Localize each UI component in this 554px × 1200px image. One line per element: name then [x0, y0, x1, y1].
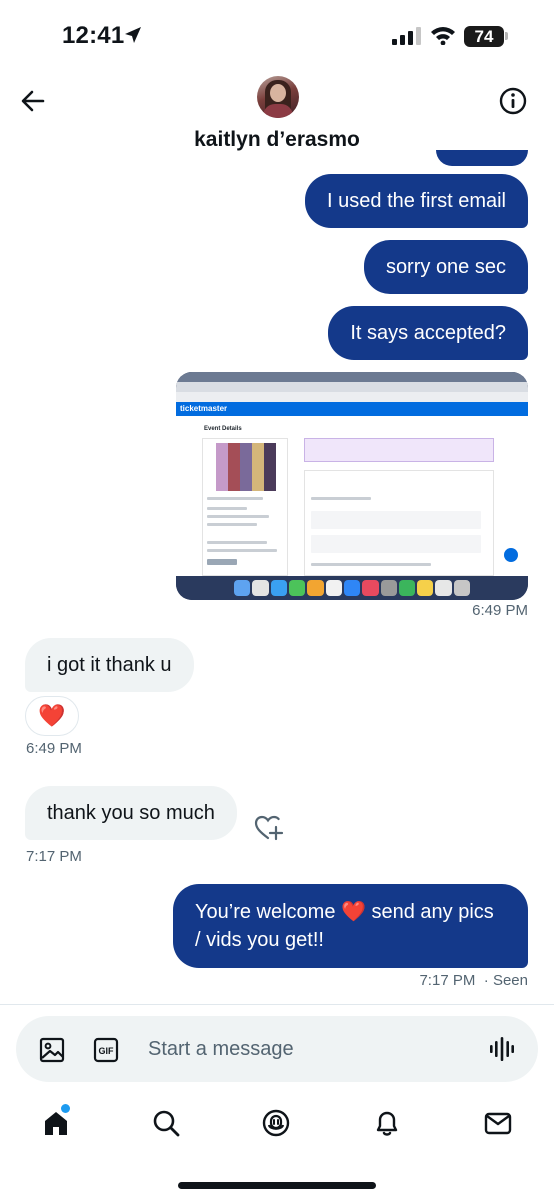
message-text: i got it thank u [47, 654, 172, 676]
incoming-message[interactable]: i got it thank u [25, 638, 194, 692]
tab-notifications[interactable] [370, 1106, 404, 1140]
attachment-dock-icons [234, 580, 471, 596]
attachment-phone-banner [304, 438, 494, 462]
arrow-left-icon[interactable] [18, 86, 48, 116]
avatar-face [270, 84, 286, 102]
attachment-ticket-row [311, 511, 481, 529]
attachment-brand: ticketmaster [180, 404, 228, 413]
reaction-emoji: ❤️ [38, 703, 66, 728]
home-indicator [178, 1182, 376, 1189]
attachment-menubar [176, 372, 528, 382]
message-timestamp: 7:17 PM [26, 848, 82, 865]
message-timestamp: 6:49 PM [472, 602, 528, 619]
outgoing-message[interactable]: sorry one sec [363, 240, 528, 294]
attachment-text-line [207, 515, 269, 518]
battery-level: 74 [474, 27, 494, 46]
battery-indicator: 74 [464, 26, 504, 47]
attachment-text-line [207, 549, 277, 552]
message-text: I used the first email [327, 190, 506, 212]
composer-divider [0, 1004, 554, 1005]
spaces-icon [262, 1109, 290, 1137]
image-icon[interactable] [38, 1036, 66, 1064]
attachment-text-line [207, 497, 263, 500]
heart-reaction[interactable]: ❤️ [25, 696, 79, 736]
attachment-site-nav: ticketmaster [176, 402, 528, 416]
attachment-text-line [311, 563, 431, 566]
message-meta: 7:17 PM · Seen [419, 972, 528, 990]
attachment-tickets-panel [304, 470, 494, 576]
message-thread[interactable]: I used the first email sorry one sec It … [0, 150, 554, 1000]
attachment-event-card [202, 438, 288, 576]
attachment-dock [176, 576, 528, 600]
tab-spaces[interactable] [259, 1106, 293, 1140]
message-text-line: / vids you get!! [195, 929, 324, 951]
attachment-url-bar [176, 392, 528, 402]
message-composer: GIF [16, 1016, 538, 1082]
bottom-tab-bar [0, 1096, 554, 1152]
voice-icon[interactable] [488, 1035, 516, 1063]
message-text: It says accepted? [350, 322, 506, 344]
avatar-body [263, 104, 293, 118]
conversation-header: kaitlyn d’erasmo [0, 72, 554, 162]
svg-text:GIF: GIF [99, 1046, 115, 1056]
heart-plus-icon[interactable] [254, 814, 284, 842]
message-timestamp: 6:49 PM [26, 740, 82, 757]
attachment-text-line [207, 507, 247, 510]
location-arrow-icon [125, 27, 141, 43]
attachment-text-line [311, 497, 371, 500]
attachment-page: Event Details [176, 416, 528, 576]
attachment-text-line [207, 523, 257, 526]
attachment-text-line [207, 541, 267, 544]
contact-name[interactable]: kaitlyn d’erasmo [0, 128, 554, 152]
attachment-poster [216, 443, 276, 491]
avatar[interactable] [257, 76, 299, 118]
attachment-ticket-row [311, 535, 481, 553]
tab-search[interactable] [149, 1106, 183, 1140]
home-notification-dot [61, 1104, 70, 1113]
search-icon [153, 1110, 180, 1137]
incoming-message[interactable]: thank you so much [25, 786, 237, 840]
outgoing-message[interactable]: You’re welcome ❤️ send any pics / vids y… [173, 884, 528, 968]
messages-icon [484, 1112, 512, 1135]
message-text: thank you so much [47, 802, 215, 824]
info-icon[interactable] [497, 85, 529, 117]
outgoing-message[interactable]: It says accepted? [328, 306, 528, 360]
cellular-signal-icon [392, 27, 421, 45]
screenshot-attachment[interactable]: ticketmaster Event Details [176, 372, 528, 600]
tab-messages[interactable] [481, 1106, 515, 1140]
attachment-browser-tabs [176, 382, 528, 392]
gif-icon[interactable]: GIF [92, 1036, 120, 1064]
attachment-contact-button [207, 559, 237, 565]
message-input[interactable] [148, 1033, 448, 1065]
outgoing-message[interactable]: I used the first email [305, 174, 528, 228]
seen-status: · Seen [483, 972, 528, 989]
attachment-chat-button [504, 548, 518, 562]
status-time: 12:41 [62, 22, 125, 49]
wifi-icon [431, 27, 455, 45]
message-timestamp: 7:17 PM [419, 972, 476, 989]
battery-tip [505, 32, 508, 40]
attachment-page-title: Event Details [204, 426, 242, 432]
notifications-icon [376, 1111, 398, 1136]
status-bar: 12:41 74 [0, 0, 554, 72]
message-text-line: You’re welcome ❤️ send any pics [195, 901, 494, 923]
previous-message-bubble[interactable] [436, 150, 528, 166]
message-text: sorry one sec [385, 256, 506, 278]
